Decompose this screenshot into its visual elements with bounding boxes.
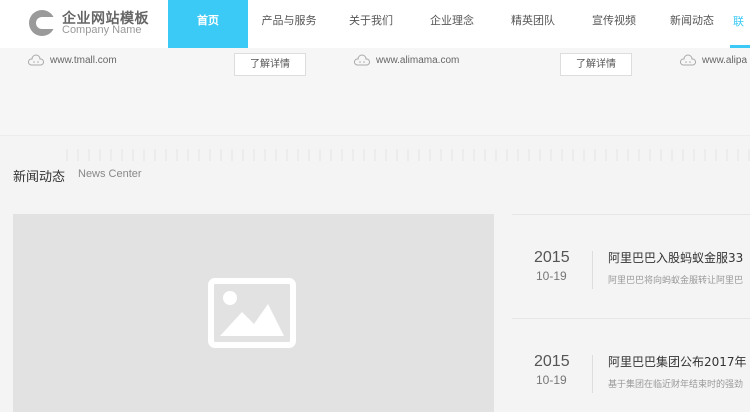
news-date: 10-19 [536, 269, 567, 283]
partner-url[interactable]: www.alimama.com [376, 55, 459, 66]
news-year: 2015 [534, 249, 570, 266]
news-summary: 阿里巴巴将向蚂蚁金服转让阿里巴 [608, 276, 744, 286]
site-logo[interactable]: 企业网站模板 Company Name [28, 5, 178, 43]
news-date: 10-19 [536, 373, 567, 387]
nav-item-products[interactable]: 产品与服务 [248, 0, 330, 48]
details-button[interactable]: 了解详情 [560, 53, 632, 76]
logo-mark-icon [29, 10, 58, 36]
partner-item: www.alipa [680, 52, 750, 74]
nav-item-contact-label: 联 [733, 15, 744, 28]
nav-item-team[interactable]: 精英团队 [492, 0, 574, 48]
news-title[interactable]: 阿里巴巴入股蚂蚁金服33 [608, 249, 750, 266]
cloud-icon [354, 54, 370, 66]
partner-url[interactable]: www.alipa [702, 55, 747, 66]
partner-strip: www.tmall.com 了解详情 www.alimama.com 了解详情 … [0, 48, 750, 136]
news-list: 2015 10-19 阿里巴巴入股蚂蚁金服33 阿里巴巴将向蚂蚁金服转让阿里巴 … [512, 214, 750, 412]
nav-item-news[interactable]: 新闻动态 [654, 0, 730, 48]
nav-item-about[interactable]: 关于我们 [330, 0, 412, 48]
details-button[interactable]: 了解详情 [234, 53, 306, 76]
section-subtitle: News Center [78, 168, 142, 180]
cloud-icon [28, 54, 44, 66]
nav-item-video[interactable]: 宣传视频 [574, 0, 654, 48]
partner-url[interactable]: www.tmall.com [50, 55, 117, 66]
news-divider [592, 251, 593, 289]
site-header: 企业网站模板 Company Name 首页 产品与服务 关于我们 企业理念 精… [0, 0, 750, 48]
nav-item-contact-partial[interactable]: 联 [730, 0, 750, 48]
news-year: 2015 [534, 353, 570, 370]
cloud-icon [680, 54, 696, 66]
news-featured-image[interactable] [13, 214, 494, 412]
news-item[interactable]: 2015 10-19 阿里巴巴入股蚂蚁金服33 阿里巴巴将向蚂蚁金服转让阿里巴 [512, 214, 750, 318]
news-summary: 基于集团在临近财年结束时的强劲 [608, 380, 744, 390]
section-title: 新闻动态 [13, 170, 66, 185]
image-placeholder-icon [208, 278, 296, 348]
main-nav: 首页 产品与服务 关于我们 企业理念 精英团队 宣传视频 新闻动态 [168, 0, 730, 48]
news-section: 新闻动态 News Center 2015 10-19 阿里巴巴入股蚂蚁金服33… [0, 136, 750, 412]
nav-item-home[interactable]: 首页 [168, 0, 248, 48]
partner-item: www.tmall.com 了解详情 [28, 52, 308, 76]
partner-item: www.alimama.com 了解详情 [354, 52, 634, 76]
news-divider [592, 355, 593, 393]
nav-item-philosophy[interactable]: 企业理念 [412, 0, 492, 48]
news-item[interactable]: 2015 10-19 阿里巴巴集团公布2017年 基于集团在临近财年结束时的强劲 [512, 318, 750, 412]
decorative-stripe [66, 149, 750, 161]
logo-subtitle: Company Name [62, 24, 142, 36]
news-title[interactable]: 阿里巴巴集团公布2017年 [608, 353, 750, 370]
